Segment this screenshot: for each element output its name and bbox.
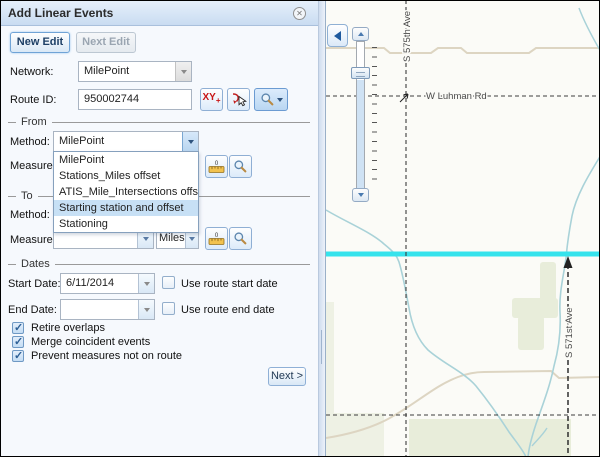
panel-collapse-button[interactable] [327, 24, 348, 47]
chevron-down-icon [358, 193, 364, 197]
use-route-end-checkbox[interactable] [162, 302, 175, 315]
next-button[interactable]: Next > [268, 367, 306, 386]
chevron-down-icon [143, 237, 149, 241]
road-label-vertical-top: S 575th Ave [402, 11, 413, 62]
to-measure-label: Measure: [10, 234, 56, 246]
dropdown-option[interactable]: ATIS_Mile_Intersections offset [54, 184, 198, 200]
green-area [518, 316, 544, 350]
use-route-end-label: Use route end date [181, 304, 275, 316]
route-id-input[interactable]: 950002744 [78, 89, 192, 110]
start-date-value: 6/11/2014 [61, 274, 138, 293]
to-measure-search-button[interactable] [229, 227, 252, 250]
zoom-slider-ticks [372, 47, 377, 187]
road-label-horizontal: W Luhman Rd [426, 91, 487, 102]
to-legend: To [21, 190, 33, 202]
prevent-measures-label: Prevent measures not on route [31, 350, 182, 362]
xy-coordinate-button[interactable]: XY+ [200, 88, 223, 111]
use-route-start-checkbox[interactable] [162, 276, 175, 289]
dropdown-option[interactable]: Starting station and offset [54, 200, 198, 216]
ruler-measure-icon: 0 [208, 159, 225, 175]
from-method-label: Method: [10, 136, 50, 148]
end-date-combo[interactable] [60, 299, 155, 320]
merge-coincident-label: Merge coincident events [31, 336, 150, 348]
from-legend: From [21, 116, 47, 128]
chevron-down-icon [277, 98, 283, 102]
panel-title: Add Linear Events [8, 6, 113, 20]
zoom-slider-track[interactable] [356, 41, 365, 189]
panel-splitter[interactable] [318, 0, 325, 457]
route-pointer-icon [230, 92, 247, 108]
network-combo[interactable]: MilePoint [78, 61, 192, 82]
chevron-left-icon [334, 31, 341, 41]
from-measure-label: Measure: [10, 160, 56, 172]
close-icon[interactable]: ✕ [293, 7, 306, 20]
chevron-down-icon [181, 70, 187, 74]
network-combo-arrow[interactable] [175, 62, 191, 81]
end-date-value [61, 300, 138, 319]
chevron-down-icon [189, 237, 195, 241]
start-date-label: Start Date: [8, 278, 61, 290]
prevent-measures-checkbox[interactable] [12, 350, 24, 362]
from-measure-search-button[interactable] [229, 155, 252, 178]
merge-coincident-checkbox[interactable] [12, 336, 24, 348]
zoom-in-button[interactable] [352, 27, 369, 41]
route-search-menu-button[interactable] [254, 88, 288, 111]
green-area [512, 298, 558, 318]
from-measure-on-map-button[interactable]: 0 [205, 155, 228, 178]
xy-icon: XY+ [202, 93, 220, 106]
search-icon [233, 159, 248, 174]
start-date-combo-arrow[interactable] [138, 274, 154, 293]
add-linear-events-panel: Add Linear Events ✕ New Edit Next Edit N… [0, 0, 318, 457]
zoom-slider-fill [357, 80, 364, 188]
end-date-combo-arrow[interactable] [138, 300, 154, 319]
dropdown-option[interactable]: Stations_Miles offset [54, 168, 198, 184]
zoom-out-button[interactable] [352, 188, 369, 202]
end-date-label: End Date: [8, 304, 57, 316]
retire-overlaps-checkbox[interactable] [12, 322, 24, 334]
from-section-header: From [8, 116, 310, 128]
green-area [409, 419, 571, 457]
chevron-up-icon [358, 32, 364, 36]
chevron-down-icon [188, 140, 194, 144]
ruler-measure-icon: 0 [208, 231, 225, 247]
road-label-vertical-right: S 571st Ave [564, 307, 575, 358]
splitter-grip [321, 330, 322, 364]
network-label: Network: [10, 66, 53, 78]
chevron-down-icon [144, 282, 150, 286]
next-edit-button: Next Edit [76, 32, 136, 53]
from-method-combo[interactable]: MilePoint [53, 131, 199, 152]
search-icon [233, 231, 248, 246]
retire-overlaps-label: Retire overlaps [31, 322, 105, 334]
green-area [326, 413, 384, 457]
dates-legend: Dates [21, 258, 50, 270]
select-on-map-button[interactable] [227, 88, 250, 111]
dropdown-option[interactable]: Stationing [54, 216, 198, 232]
network-value: MilePoint [79, 62, 175, 81]
use-route-start-label: Use route start date [181, 278, 278, 290]
new-edit-button[interactable]: New Edit [10, 32, 70, 53]
dropdown-option[interactable]: MilePoint [54, 152, 198, 168]
from-method-combo-arrow[interactable] [182, 132, 198, 151]
zoom-slider-handle[interactable] [351, 67, 370, 79]
search-icon [260, 92, 275, 107]
method-dropdown-list: MilePoint Stations_Miles offset ATIS_Mil… [53, 151, 199, 233]
route-id-label: Route ID: [10, 94, 56, 106]
to-measure-on-map-button[interactable]: 0 [205, 227, 228, 250]
panel-title-bar: Add Linear Events ✕ [0, 0, 318, 26]
from-method-value: MilePoint [54, 132, 182, 151]
to-method-label: Method: [10, 209, 50, 221]
start-date-combo[interactable]: 6/11/2014 [60, 273, 155, 294]
dates-section-header: Dates [8, 258, 310, 270]
chevron-down-icon [144, 308, 150, 312]
